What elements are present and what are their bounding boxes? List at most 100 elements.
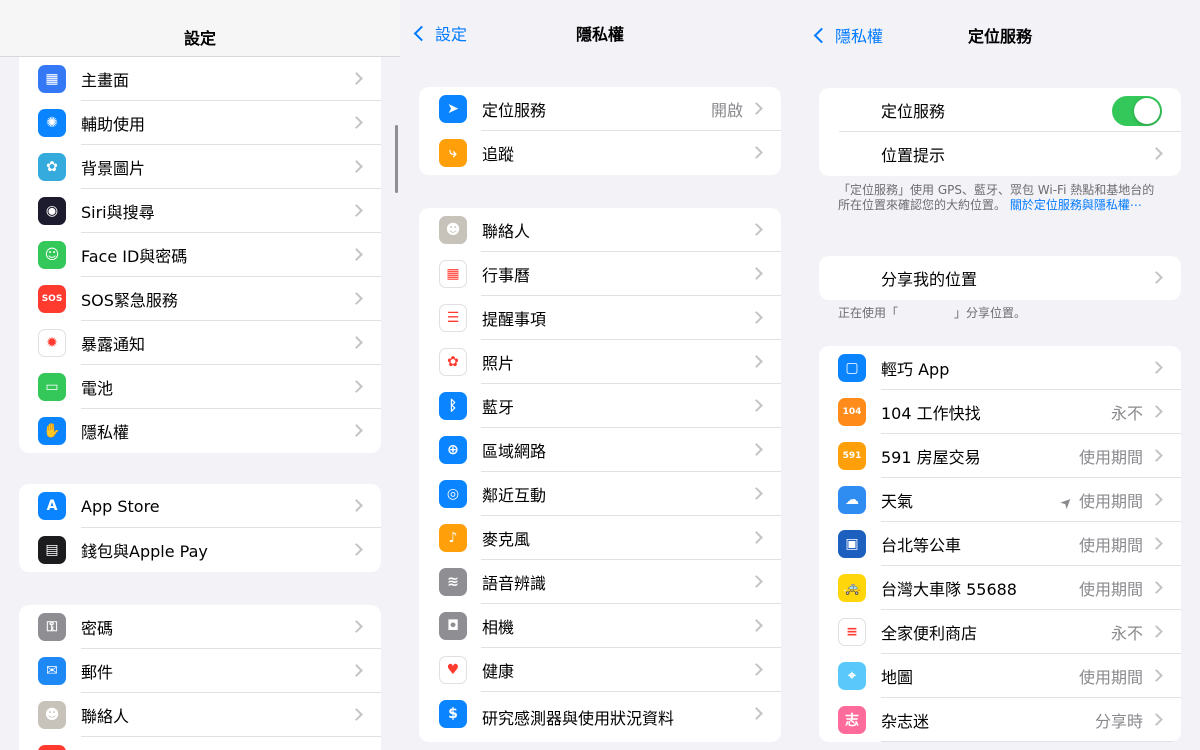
item-label: 語音辨識 [482,574,547,593]
list-item[interactable]: ▤ 錢包與Apple Pay [19,528,381,572]
list-item[interactable]: ☻ 聯絡人 [19,693,381,737]
chevron-right-icon [350,160,363,173]
item-label: 104 工作快找 [881,404,981,423]
location-services-label: 定位服務 [881,102,946,121]
item-label: 相機 [482,618,515,637]
list-item[interactable]: ⊕ 區域網路 [419,428,781,472]
item-label: 杂志迷 [881,712,930,731]
item-label: 背景圖片 [81,159,146,178]
location-alerts-row[interactable]: 位置提示 [819,132,1181,176]
list-item[interactable]: ▣ 台北等公車 使用期間 [819,522,1181,566]
item-value-text: 使用期間 [1078,448,1143,467]
location-services-toggle[interactable] [1112,96,1162,126]
item-label: 麥克風 [482,530,531,549]
list-item[interactable]: ✿ 背景圖片 [19,145,381,189]
list-item[interactable]: ✉ 郵件 [19,649,381,693]
contacts-icon: ☻ [38,701,66,729]
list-item[interactable] [19,737,381,750]
bus-icon: ▣ [838,530,866,558]
list-item[interactable]: ⌖ 地圖 使用期間 [819,654,1181,698]
list-item[interactable]: ☁ 天氣 ➤ 使用期間 [819,478,1181,522]
item-label: 台北等公車 [881,536,962,555]
location-footnote: 「定位服務」使用 GPS、藍牙、眾包 Wi-Fi 熱點和基地台的所在位置來確認您… [838,183,1166,213]
scrollbar[interactable] [395,125,398,193]
list-item[interactable]: ◘ 相機 [419,604,781,648]
item-label: Face ID與密碼 [81,247,188,266]
research-sensor-icon: $ [439,700,467,728]
list-item[interactable]: ☻ 聯絡人 [419,208,781,252]
chevron-right-icon [1150,147,1163,160]
list-item[interactable]: ᛒ 藍牙 [419,384,781,428]
app-store-icon: A [38,492,66,520]
list-item[interactable]: ☺ Face ID與密碼 [19,233,381,277]
settings-group: ⚿ 密碼 ✉ 郵件 ☻ 聯絡人 [19,605,381,750]
list-item[interactable]: ✺ 輔助使用 [19,101,381,145]
list-item[interactable]: $ 研究感測器與使用狀況資料 [419,692,781,742]
chevron-right-icon [750,311,763,324]
chevron-right-icon [750,399,763,412]
chevron-right-icon [1150,405,1163,418]
about-location-privacy-link[interactable]: 關於定位服務與隱私權⋯ [1010,198,1142,212]
list-item[interactable]: 🚕 台灣大車隊 55688 使用期間 [819,566,1181,610]
speech-recognition-icon: ≋ [439,568,467,596]
list-item[interactable]: ✹ 暴露通知 [19,321,381,365]
list-item[interactable]: ◎ 鄰近互動 [419,472,781,516]
list-item[interactable]: ◉ Siri與搜尋 [19,189,381,233]
list-item[interactable]: ▦ 行事曆 [419,252,781,296]
chevron-right-icon [750,663,763,676]
item-label: 定位服務 [482,101,547,120]
privacy-group: ☻ 聯絡人 ▦ 行事曆 ☰ 提醒事項 ✿ 照片 ᛒ 藍牙 ⊕ 區域網路 ◎ 鄰近互動 ♪ 麥克風 ≋ 語音辨識 ◘ 相… [419,208,781,742]
104-job-icon: 104 [838,398,866,426]
item-label: 輔助使用 [81,115,146,134]
list-item[interactable]: ≋ 語音辨識 [419,560,781,604]
list-item[interactable]: ♥ 健康 [419,648,781,692]
sos-icon: SOS [38,285,66,313]
bluetooth-icon: ᛒ [439,392,467,420]
chevron-right-icon [1150,449,1163,462]
list-item[interactable]: ✋ 隱私權 [19,409,381,453]
list-item[interactable]: ☰ 提醒事項 [419,296,781,340]
chevron-right-icon [750,707,763,720]
list-item[interactable]: 志杂志迷 分享時 [819,698,1181,742]
chevron-right-icon [1150,669,1163,682]
item-value: 使用期間 [1079,664,1143,688]
list-item[interactable]: ▦ 主畫面 [19,57,381,101]
list-item[interactable]: ✿ 照片 [419,340,781,384]
battery-icon: ▭ [38,373,66,401]
face-id-icon: ☺ [38,241,66,269]
item-value: 使用期間 [1079,576,1143,600]
item-value: 使用期間 [1079,444,1143,468]
item-value: 永不 [1111,620,1143,644]
location-nav-bar: 隱私權 定位服務 [800,0,1200,58]
list-item[interactable]: ≡ 全家便利商店 永不 [819,610,1181,654]
list-item[interactable]: ➤ 定位服務 開啟 [419,87,781,131]
settings-pane: 設定 ▦ 主畫面 ✺ 輔助使用 ✿ 背景圖片 ◉ Siri與搜尋 ☺ Face ID與密碼 SOS S… [0,0,400,750]
taxi-icon: 🚕 [838,574,866,602]
share-my-location-label: 分享我的位置 [881,270,978,289]
share-my-location-row[interactable]: 分享我的位置 [819,256,1181,300]
list-item[interactable]: SOS SOS緊急服務 [19,277,381,321]
item-value-text: 開啟 [710,101,743,120]
item-value: 永不 [1111,400,1143,424]
list-item[interactable]: ♪ 麥克風 [419,516,781,560]
chevron-right-icon [350,292,363,305]
list-item[interactable]: 104 104 工作快找 永不 [819,390,1181,434]
chevron-right-icon [1150,581,1163,594]
calendar-icon: ▦ [439,260,467,288]
list-item[interactable]: 591 591 房屋交易 使用期間 [819,434,1181,478]
location-services-pane: 隱私權 定位服務 定位服務 位置提示 「定位服務」使用 GPS、藍牙、眾包 Wi… [800,0,1200,750]
share-note-suffix: 」分享位置。 [954,306,1027,320]
list-item[interactable]: ▢ 輕巧 App [819,346,1181,390]
chevron-right-icon [350,72,363,85]
location-services-toggle-row: 定位服務 [819,88,1181,132]
chevron-right-icon [350,499,363,512]
list-item[interactable]: A App Store [19,484,381,528]
chevron-right-icon [350,336,363,349]
item-label: 全家便利商店 [881,624,978,643]
reminders-icon: ☰ [439,304,467,332]
list-item[interactable]: ⚿ 密碼 [19,605,381,649]
list-item[interactable]: ▭ 電池 [19,365,381,409]
chevron-right-icon [750,443,763,456]
list-item[interactable]: ⤷ 追蹤 [419,131,781,175]
item-value-text: 分享時 [1094,712,1143,731]
